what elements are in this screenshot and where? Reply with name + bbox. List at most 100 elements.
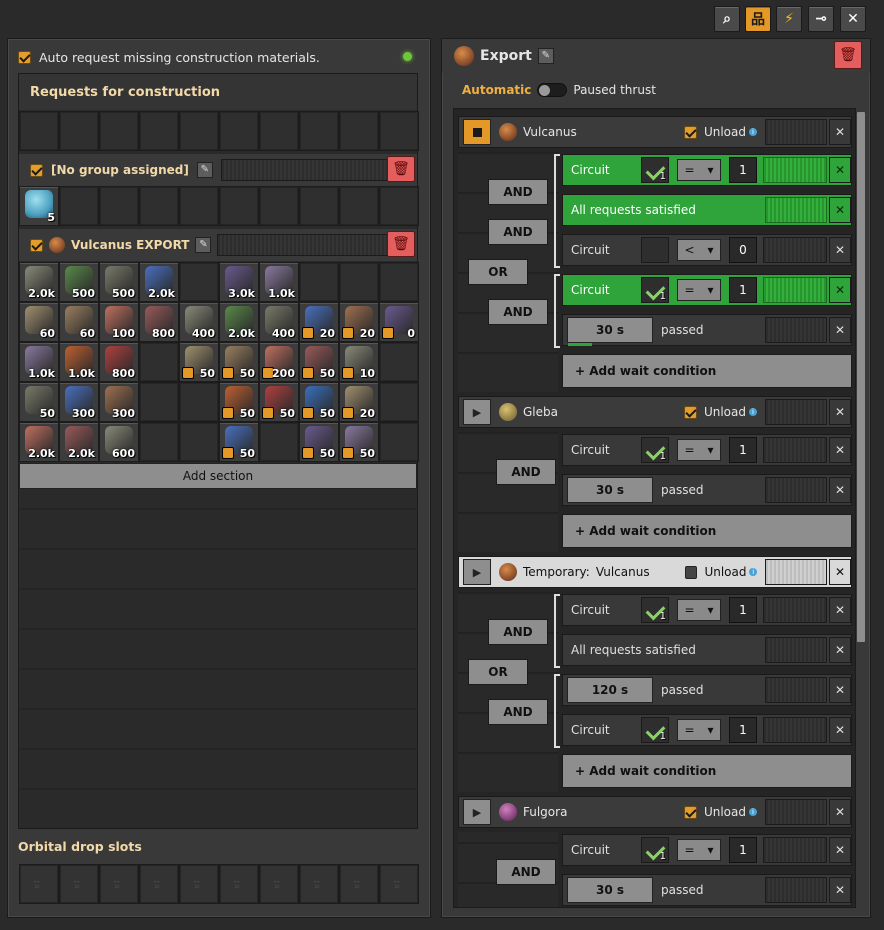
slot[interactable]: 200 (259, 342, 299, 382)
slot[interactable]: 5 (19, 186, 59, 226)
slot[interactable] (139, 382, 179, 422)
constant-value[interactable]: 0 (729, 237, 757, 263)
slot[interactable]: ⍤ (299, 864, 339, 904)
slot[interactable]: 50 (299, 422, 339, 462)
slot[interactable]: 2.0k (139, 262, 179, 302)
constant-value[interactable]: 1 (729, 597, 757, 623)
slot[interactable]: 1.0k (259, 262, 299, 302)
station-row[interactable]: ▶ Fulgora Unload i ✕ (458, 796, 852, 828)
network-button[interactable]: 品 (745, 6, 771, 32)
slot[interactable] (219, 186, 259, 226)
and-button[interactable]: AND (488, 619, 548, 645)
remove-condition-button[interactable]: ✕ (829, 437, 851, 463)
add-section-button[interactable]: Add section (19, 463, 417, 489)
time-value-button[interactable]: 120 s (567, 677, 653, 703)
slot[interactable]: 300 (59, 382, 99, 422)
slot[interactable]: ⍤ (59, 864, 99, 904)
slot[interactable] (179, 111, 219, 151)
add-wait-condition-button[interactable]: + Add wait condition (562, 754, 852, 788)
constant-value[interactable]: 1 (729, 157, 757, 183)
slot[interactable]: ⍤ (219, 864, 259, 904)
and-button[interactable]: AND (488, 299, 548, 325)
group1-checkbox[interactable] (30, 163, 43, 177)
remove-condition-button[interactable]: ✕ (829, 717, 851, 743)
circuit-condition[interactable]: Circuit < ▾ 0 ✕ (562, 234, 852, 266)
remove-condition-button[interactable]: ✕ (829, 197, 851, 223)
signal-selector[interactable] (641, 237, 669, 263)
remove-station-button[interactable]: ✕ (829, 559, 851, 585)
remove-condition-button[interactable]: ✕ (829, 317, 851, 343)
remove-condition-button[interactable]: ✕ (829, 877, 851, 903)
remove-condition-button[interactable]: ✕ (829, 477, 851, 503)
slot[interactable]: 50 (179, 342, 219, 382)
constant-value[interactable]: 1 (729, 437, 757, 463)
slot[interactable] (179, 262, 219, 302)
slot[interactable] (339, 186, 379, 226)
signal-selector[interactable]: 1 (641, 277, 669, 303)
slot[interactable]: 800 (99, 342, 139, 382)
slot[interactable]: ⍤ (339, 864, 379, 904)
slot[interactable] (139, 186, 179, 226)
edit-icon[interactable]: ✎ (195, 237, 212, 253)
slot[interactable] (179, 422, 219, 462)
circuit-condition[interactable]: Circuit 1 = ▾ 1 ✕ (562, 434, 852, 466)
go-to-station-button[interactable]: ▶ (463, 559, 491, 585)
slot[interactable]: 20 (299, 302, 339, 342)
unload-checkbox[interactable] (685, 565, 698, 579)
slot[interactable]: ⍤ (179, 864, 219, 904)
station-row[interactable]: ▶ Gleba Unload i ✕ (458, 396, 852, 428)
remove-station-button[interactable]: ✕ (829, 799, 851, 825)
slot[interactable] (259, 422, 299, 462)
comparator-dropdown[interactable]: = ▾ (677, 599, 721, 621)
slot[interactable]: 100 (99, 302, 139, 342)
delete-group1-button[interactable]: 🗑 (387, 156, 415, 182)
station-row[interactable]: Vulcanus Unload i ✕ (458, 116, 852, 148)
slot[interactable]: 2.0k (19, 422, 59, 462)
slot[interactable] (99, 186, 139, 226)
remove-station-button[interactable]: ✕ (829, 119, 851, 145)
auto-request-checkbox[interactable] (18, 50, 31, 64)
remove-condition-button[interactable]: ✕ (829, 277, 851, 303)
comparator-dropdown[interactable]: = ▾ (677, 439, 721, 461)
edit-icon[interactable]: ✎ (537, 48, 554, 64)
unload-checkbox[interactable] (683, 805, 697, 819)
circuit-condition[interactable]: Circuit 1 = ▾ 1 ✕ (562, 834, 852, 866)
slot[interactable]: ⍤ (259, 864, 299, 904)
search-button[interactable]: ⌕ (714, 6, 740, 32)
slot[interactable] (179, 382, 219, 422)
slot[interactable]: 2.0k (219, 302, 259, 342)
all-requests-condition[interactable]: All requests satisfied ✕ (562, 634, 852, 666)
slot[interactable]: 0 (379, 302, 419, 342)
slot[interactable]: 50 (219, 342, 259, 382)
delete-schedule-button[interactable]: 🗑 (834, 41, 862, 69)
slot[interactable] (379, 111, 419, 151)
slot[interactable]: 1.0k (19, 342, 59, 382)
time-condition[interactable]: 120 s passed ✕ (562, 674, 852, 706)
slot[interactable] (379, 342, 419, 382)
signal-selector[interactable]: 1 (641, 437, 669, 463)
slot[interactable]: 20 (339, 302, 379, 342)
time-value-button[interactable]: 30 s (567, 477, 653, 503)
comparator-dropdown[interactable]: = ▾ (677, 159, 721, 181)
slot[interactable]: 50 (299, 342, 339, 382)
scrollbar[interactable] (857, 112, 865, 642)
close-button[interactable]: ✕ (840, 6, 866, 32)
circuit-condition[interactable]: Circuit 1 = ▾ 1 ✕ (562, 274, 852, 306)
remove-condition-button[interactable]: ✕ (829, 677, 851, 703)
slot[interactable]: ⍤ (99, 864, 139, 904)
signal-selector[interactable]: 1 (641, 597, 669, 623)
slot[interactable]: 20 (339, 382, 379, 422)
comparator-dropdown[interactable]: = ▾ (677, 279, 721, 301)
time-condition[interactable]: 30 s passed ✕ (562, 314, 852, 346)
slot[interactable] (379, 422, 419, 462)
go-to-station-button[interactable]: ▶ (463, 799, 491, 825)
slot[interactable]: 50 (339, 422, 379, 462)
slot[interactable]: ⍤ (19, 864, 59, 904)
slot[interactable] (59, 186, 99, 226)
slot[interactable] (339, 262, 379, 302)
station-row[interactable]: ▶ Temporary: Vulcanus Unload i ✕ (458, 556, 852, 588)
slot[interactable] (59, 111, 99, 151)
comparator-dropdown[interactable]: < ▾ (677, 239, 721, 261)
comparator-dropdown[interactable]: = ▾ (677, 839, 721, 861)
slot[interactable]: 50 (259, 382, 299, 422)
